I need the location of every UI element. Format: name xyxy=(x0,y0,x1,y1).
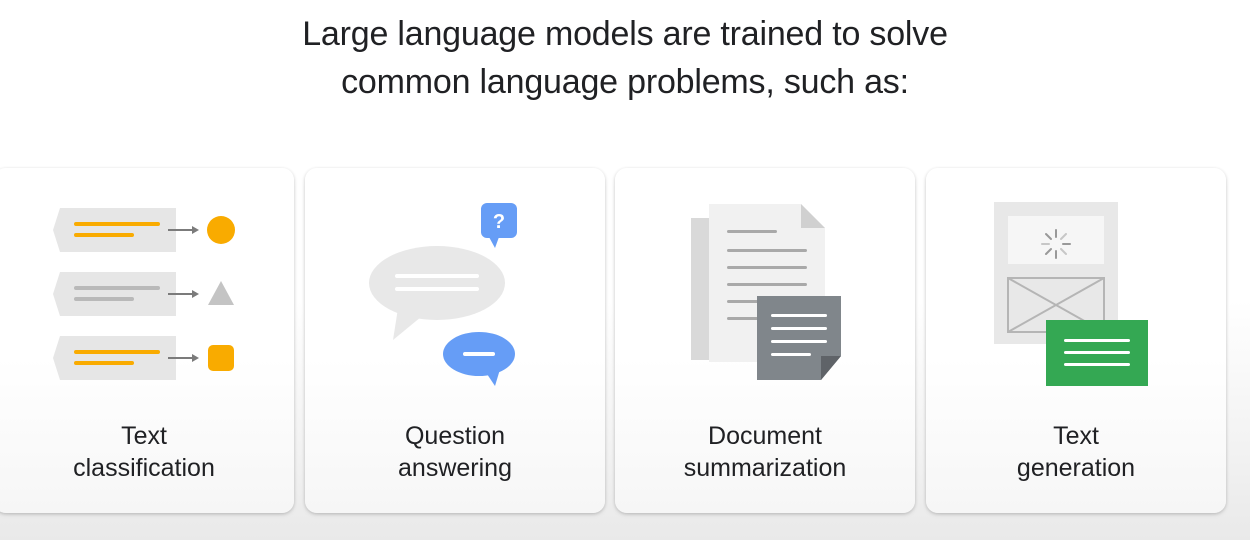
card-label-line-2: generation xyxy=(1016,454,1136,482)
card-label-line-2: answering xyxy=(398,454,512,482)
document-summarization-icon xyxy=(691,204,841,380)
title-line-2: common language problems, such as: xyxy=(341,63,909,101)
card-label-line-1: Text xyxy=(121,422,167,450)
card-label: Text generation xyxy=(926,420,1226,484)
text-classification-icon xyxy=(53,208,235,380)
card-label-line-2: summarization xyxy=(683,454,847,482)
title-line-1: Large language models are trained to sol… xyxy=(302,15,948,53)
page-title: Large language models are trained to sol… xyxy=(0,10,1250,106)
card-document-summarization: Document summarization xyxy=(615,168,915,513)
question-answering-icon: ? xyxy=(369,203,517,386)
text-generation-icon xyxy=(994,202,1148,386)
card-label-line-1: Question xyxy=(404,422,506,450)
card-label-line-2: classification xyxy=(73,454,215,482)
card-text-classification: Text classification xyxy=(0,168,294,513)
card-label-line-1: Text xyxy=(1053,422,1099,450)
question-mark: ? xyxy=(493,211,505,233)
card-question-answering: ? Question answering xyxy=(305,168,605,513)
card-label: Question answering xyxy=(305,420,605,484)
card-label-line-1: Document xyxy=(708,422,822,450)
card-text-generation: Text generation xyxy=(926,168,1226,513)
card-label: Text classification xyxy=(0,420,294,484)
card-label: Document summarization xyxy=(615,420,915,484)
